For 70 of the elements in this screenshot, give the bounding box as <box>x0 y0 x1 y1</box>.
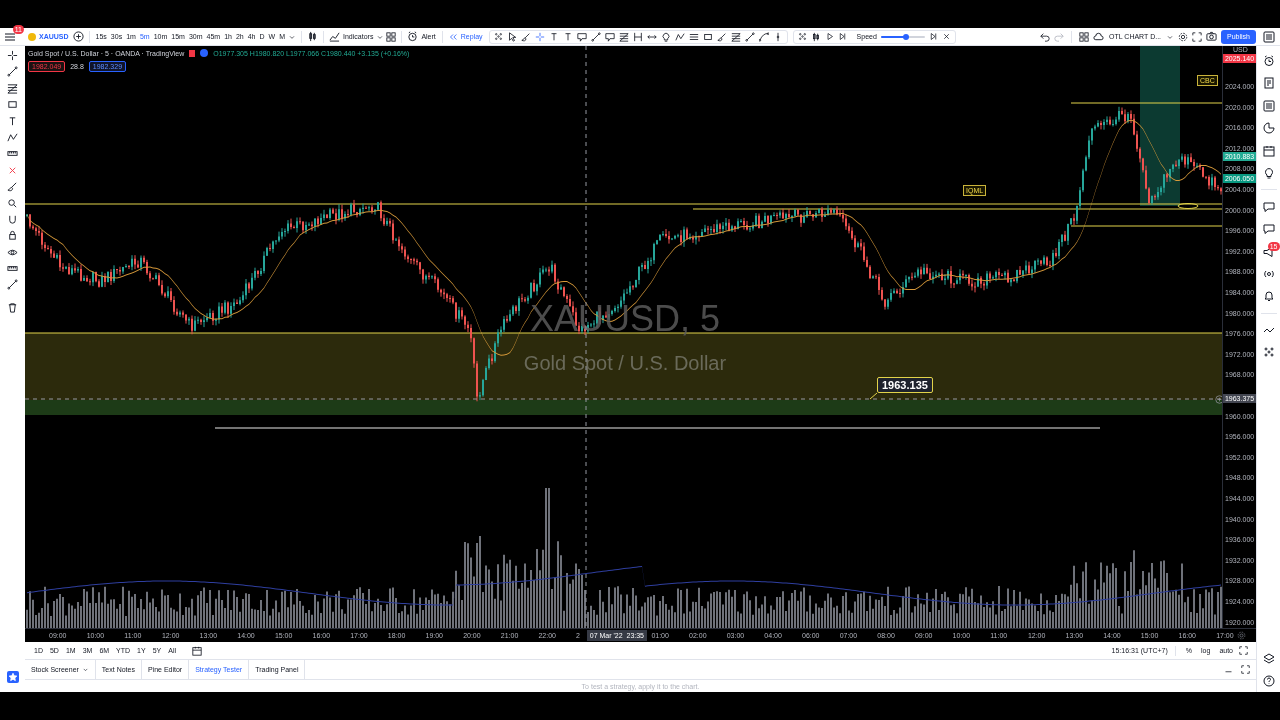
camera-icon[interactable] <box>1206 31 1218 42</box>
light-bulb-icon[interactable] <box>1262 166 1275 179</box>
fullscreen-icon[interactable] <box>1192 31 1203 42</box>
curve-icon[interactable] <box>758 31 769 42</box>
indicators-icon[interactable] <box>329 31 341 42</box>
brush-icon[interactable] <box>520 31 531 42</box>
alarm-clock-icon[interactable] <box>1262 55 1275 67</box>
star-icon <box>7 672 18 682</box>
add-alert-icon[interactable] <box>1215 395 1222 404</box>
chat-icon[interactable] <box>1262 223 1275 236</box>
candles-icon[interactable] <box>307 31 319 42</box>
alarm-clock-icon[interactable] <box>407 31 419 42</box>
zoom-icon[interactable] <box>7 197 18 209</box>
add-symbol-icon[interactable] <box>72 31 84 42</box>
drag-handle-icon[interactable] <box>493 32 503 41</box>
replay-icon[interactable] <box>447 31 458 42</box>
fibonacci-icon[interactable] <box>618 31 629 42</box>
callout-icon[interactable] <box>576 31 587 42</box>
price-label: 1963.135 <box>877 377 933 393</box>
rectangle-icon[interactable] <box>702 31 713 42</box>
bell-icon[interactable] <box>1262 290 1275 303</box>
rectangle-icon[interactable] <box>7 99 18 111</box>
text-icon[interactable] <box>7 115 18 127</box>
watchlist-icon[interactable] <box>1263 30 1275 43</box>
maximize-icon[interactable] <box>1241 665 1250 674</box>
fullscreen-icon[interactable] <box>1239 646 1248 655</box>
lines-icon[interactable] <box>688 31 699 42</box>
fibonacci-icon[interactable] <box>7 82 18 94</box>
document-icon[interactable] <box>1262 77 1275 90</box>
crosshair-icon[interactable] <box>7 50 18 61</box>
leader-line <box>869 392 878 400</box>
help-icon[interactable] <box>1262 675 1275 687</box>
layers-icon[interactable] <box>1262 652 1275 665</box>
close-icon[interactable] <box>941 32 951 41</box>
settings-icon[interactable] <box>1178 31 1189 42</box>
replay-status-icon <box>200 49 209 57</box>
flag-icon <box>189 49 196 57</box>
layout-icon[interactable] <box>1079 31 1090 42</box>
pencil-icon[interactable] <box>716 31 727 42</box>
watermark-description: Gold Spot / U.S. Dollar <box>523 352 727 374</box>
cursor-icon[interactable] <box>506 31 517 42</box>
magnet-icon[interactable] <box>7 213 18 225</box>
pie-chart-icon[interactable] <box>1262 122 1275 135</box>
line-icon[interactable] <box>7 279 18 291</box>
jump-to-real-time-icon[interactable] <box>928 32 938 41</box>
cloud-icon[interactable] <box>1093 31 1105 42</box>
trash-icon[interactable] <box>7 301 18 313</box>
slider-thumb[interactable] <box>902 33 909 40</box>
undo-icon[interactable] <box>1040 31 1051 42</box>
dots-icon[interactable] <box>1262 346 1275 359</box>
speed-slider[interactable] <box>880 35 925 38</box>
coin-icon <box>28 32 36 41</box>
line-icon[interactable] <box>744 31 755 42</box>
brush-icon[interactable] <box>7 181 18 193</box>
play-icon[interactable] <box>824 32 834 41</box>
drag-handle-icon[interactable] <box>797 32 807 41</box>
calendar-icon[interactable] <box>1262 144 1275 157</box>
templates-icon[interactable] <box>386 31 397 42</box>
comment-icon[interactable] <box>604 31 615 42</box>
zigzag-icon[interactable] <box>674 31 685 42</box>
favorites-button[interactable] <box>6 671 19 683</box>
pattern-icon[interactable] <box>7 131 18 143</box>
trend-line-icon[interactable] <box>7 66 18 78</box>
go-to-date-icon[interactable] <box>192 645 202 656</box>
line-icon[interactable] <box>590 31 601 42</box>
chat-icon[interactable] <box>1262 200 1275 213</box>
step-forward-icon[interactable] <box>837 32 847 41</box>
menu-icon[interactable] <box>4 30 16 43</box>
lock-icon[interactable] <box>7 230 18 242</box>
candles-icon[interactable] <box>810 31 821 42</box>
